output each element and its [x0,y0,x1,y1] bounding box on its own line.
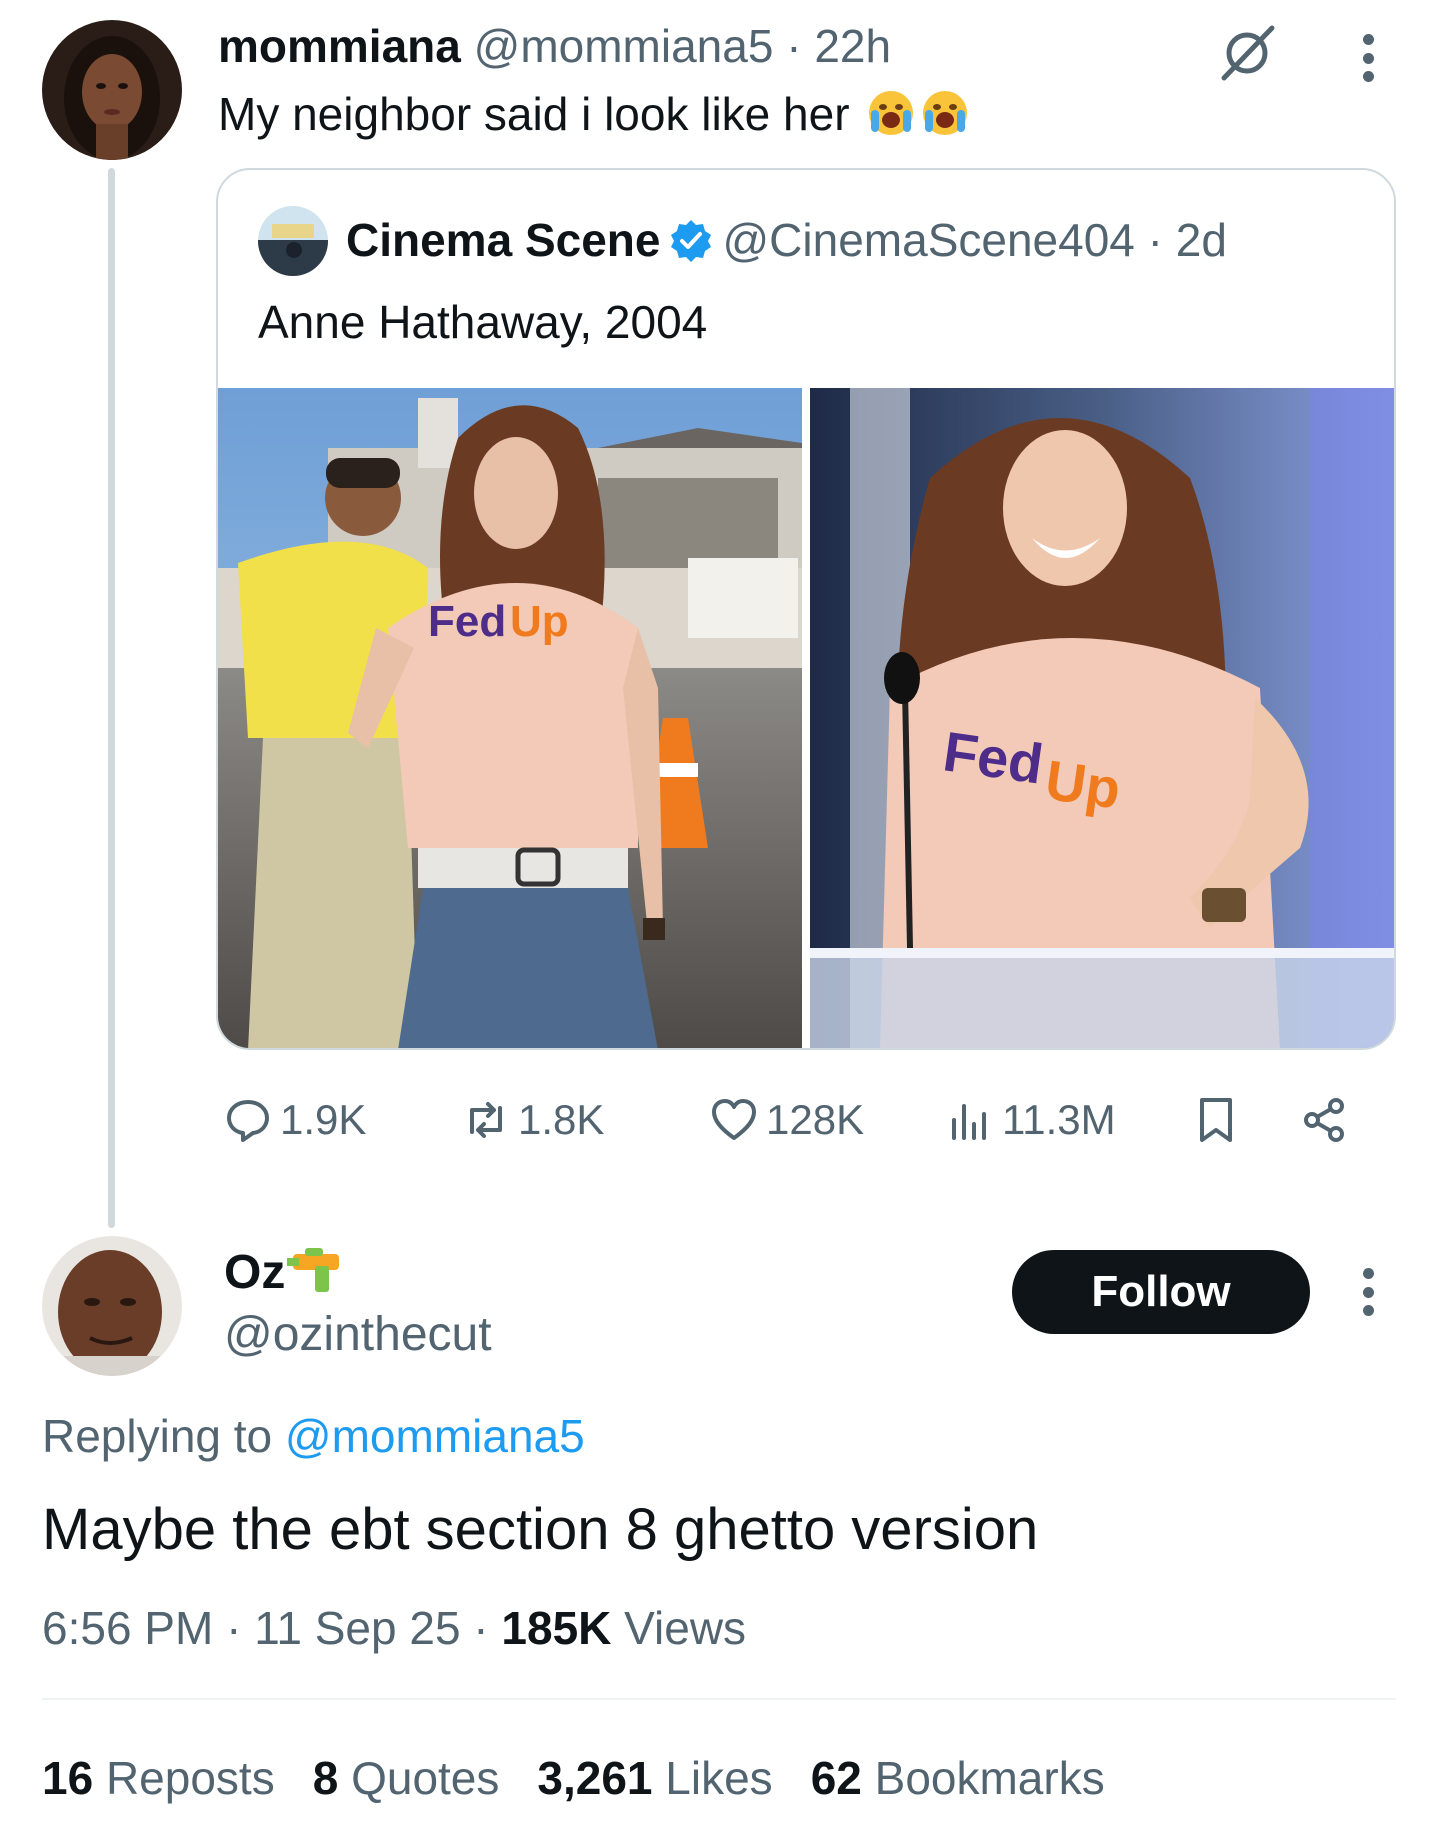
svg-text:Fed: Fed [428,597,506,646]
separator-dot: · [213,1602,255,1654]
replying-to: Replying to @mommiana5 [42,1408,585,1464]
stat-quotes[interactable]: 8 Quotes [313,1748,500,1808]
stat-likes[interactable]: 3,261 Likes [537,1748,772,1808]
thread-connector-line [108,168,115,1228]
stat-label: Likes [665,1752,773,1804]
reply-count: 1.9K [280,1096,367,1143]
reply-text: Maybe the ebt section 8 ghetto version [42,1497,1039,1562]
reply-date[interactable]: 11 Sep 25 [254,1602,460,1654]
quoted-timestamp[interactable]: 2d [1176,214,1227,266]
stat-label: Bookmarks [874,1752,1105,1804]
repost-button[interactable]: 1.8K [460,1090,604,1150]
grok-icon[interactable] [1214,20,1280,86]
quoted-tweet-card[interactable]: Cinema Scene @CinemaScene404 · 2d Anne H… [216,168,1396,1050]
tweet-body: My neighbor said i look like her [218,88,850,140]
quoted-display-name[interactable]: Cinema Scene [346,214,660,266]
reply-icon [227,1100,269,1142]
avatar-cinema-scene[interactable] [258,206,328,276]
svg-text:Up: Up [1042,748,1125,821]
verified-badge-icon [671,220,712,262]
views-button[interactable]: 11.3M [944,1090,1116,1150]
stat-bookmarks[interactable]: 62 Bookmarks [811,1748,1105,1808]
stat-count: 16 [42,1752,94,1804]
quoted-photo-1[interactable]: Fed Up [218,388,802,1048]
analytics-icon [952,1104,986,1140]
share-icon [1304,1098,1344,1142]
tweet-header: mommiana @mommiana5 · 22h [218,18,891,74]
reply-meta: 6:56 PM · 11 Sep 25 · 185K Views [42,1598,746,1658]
quoted-tweet-text: Anne Hathaway, 2004 [258,296,708,348]
more-options-icon[interactable] [1358,28,1378,88]
crying-face-emoji [869,91,914,135]
reply-views-label: Views [611,1602,747,1654]
stat-count: 8 [312,1752,339,1804]
reply-views-count: 185K [501,1602,612,1654]
separator-dot: · [1134,214,1176,266]
follow-button[interactable]: Follow [1012,1250,1310,1334]
engagement-stats: 16 Reposts 8 Quotes 3,261 Likes 62 Bookmark… [42,1748,1143,1808]
svg-text:Up: Up [510,597,569,646]
replying-prefix: Replying to [42,1410,285,1462]
stat-reposts[interactable]: 16 Reposts [42,1748,275,1808]
stat-count: 3,261 [537,1752,653,1804]
handle[interactable]: @mommiana5 [474,20,774,72]
crying-face-emoji [923,91,968,135]
display-name[interactable]: mommiana [218,20,461,72]
avatar-mommiana[interactable] [42,20,182,160]
separator-dot: · [460,1602,502,1654]
like-count: 128K [766,1096,865,1143]
avatar-oz[interactable] [42,1236,182,1376]
reply-button[interactable]: 1.9K [222,1090,366,1150]
quoted-handle[interactable]: @CinemaScene404 [722,214,1134,266]
reply-author-name[interactable]: Oz [224,1244,341,1302]
tweet-text: My neighbor said i look like her [218,84,970,144]
bookmark-button[interactable] [1190,1090,1242,1150]
timestamp[interactable]: 22h [814,20,891,72]
bookmark-icon [1200,1098,1232,1142]
stat-label: Quotes [351,1752,500,1804]
replying-to-mention[interactable]: @mommiana5 [285,1410,585,1462]
separator-dot: · [773,20,815,72]
display-name: Oz [224,1246,286,1299]
share-button[interactable] [1298,1090,1350,1150]
like-button[interactable]: 128K [708,1090,864,1150]
views-count: 11.3M [1002,1096,1116,1143]
reply-time[interactable]: 6:56 PM [42,1602,213,1654]
stat-label: Reposts [105,1752,275,1804]
water-pistol-emoji [287,1248,340,1292]
reply-author-handle[interactable]: @ozinthecut [224,1306,492,1364]
heart-icon [712,1099,756,1140]
stat-count: 62 [810,1752,862,1804]
more-options-icon[interactable] [1358,1262,1378,1322]
repost-count: 1.8K [518,1096,605,1143]
quoted-tweet-header: Cinema Scene @CinemaScene404 · 2d [346,212,1227,268]
repost-icon [470,1102,502,1138]
divider [42,1698,1396,1700]
quoted-photo-2[interactable]: Fed Up [810,388,1394,1048]
